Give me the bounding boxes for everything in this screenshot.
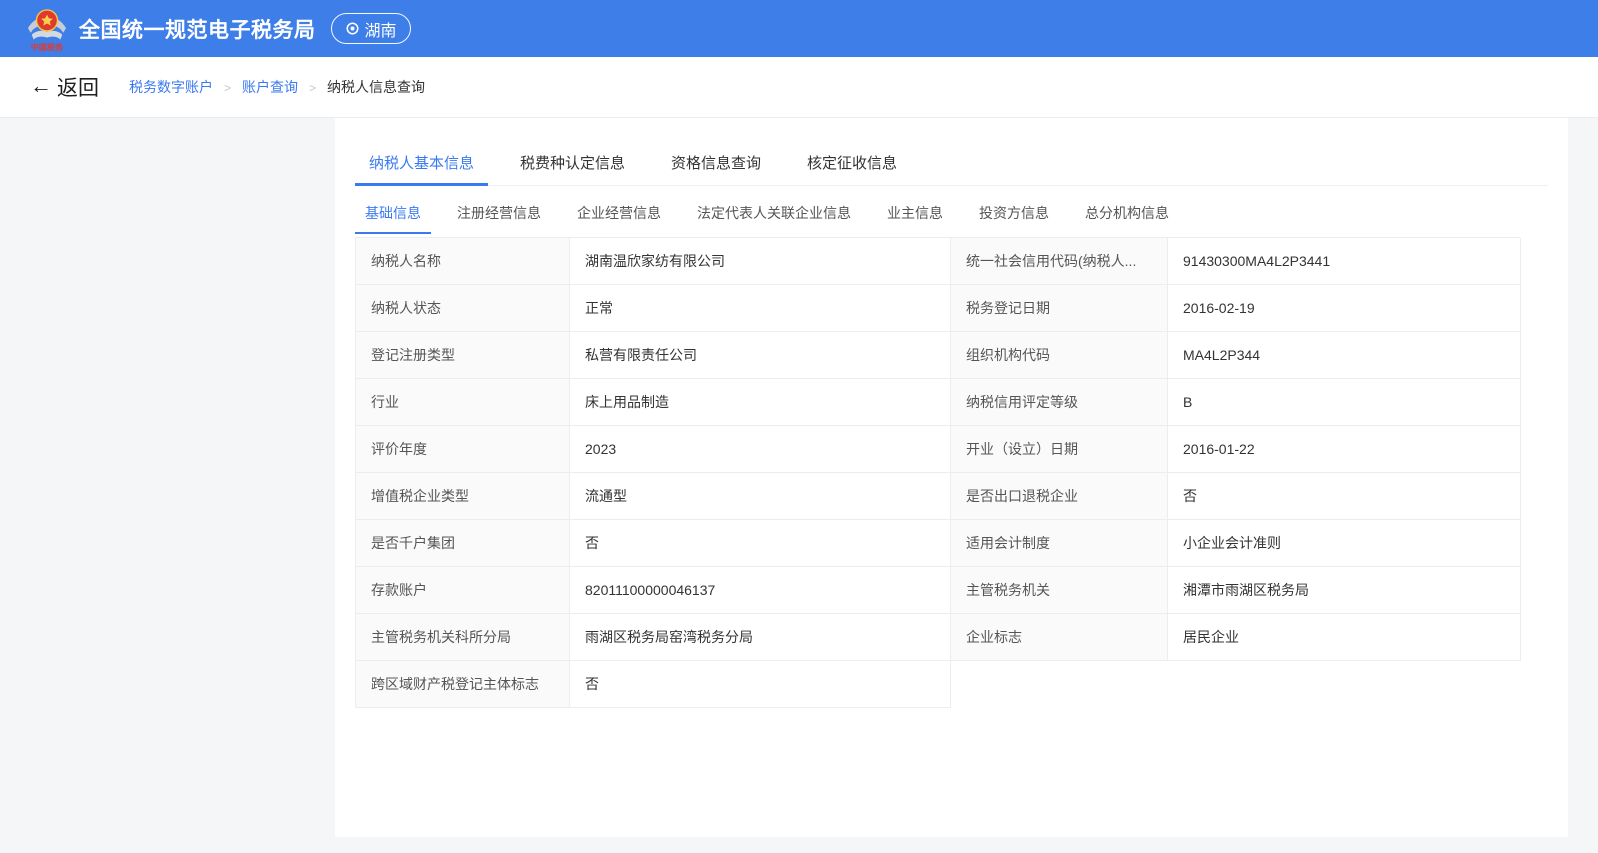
field-value: 床上用品制造 xyxy=(570,379,951,426)
field-value: 2016-01-22 xyxy=(1168,426,1521,473)
empty-cell xyxy=(1168,661,1521,708)
field-label: 主管税务机关科所分局 xyxy=(356,614,570,661)
back-arrow-icon xyxy=(30,75,52,99)
region-badge[interactable]: 湖南 xyxy=(331,13,411,44)
field-label: 是否出口退税企业 xyxy=(951,473,1168,520)
tab-taxpayer-basic-info[interactable]: 纳税人基本信息 xyxy=(355,140,488,185)
region-badge-label: 湖南 xyxy=(365,17,397,41)
field-label: 主管税务机关 xyxy=(951,567,1168,614)
field-value: 91430300MA4L2P3441 xyxy=(1168,238,1521,285)
field-value: B xyxy=(1168,379,1521,426)
breadcrumb-link-digital-account[interactable]: 税务数字账户 xyxy=(129,77,213,97)
field-label: 增值税企业类型 xyxy=(356,473,570,520)
field-label: 存款账户 xyxy=(356,567,570,614)
app-title: 全国统一规范电子税务局 xyxy=(79,14,316,44)
field-label: 跨区域财产税登记主体标志 xyxy=(356,661,570,708)
tax-emblem-icon: 中国税务 xyxy=(26,5,68,53)
breadcrumb-link-account-query[interactable]: 账户查询 xyxy=(242,77,298,97)
field-value: 否 xyxy=(570,520,951,567)
field-label: 税务登记日期 xyxy=(951,285,1168,332)
field-value: 居民企业 xyxy=(1168,614,1521,661)
field-label: 纳税人状态 xyxy=(356,285,570,332)
breadcrumb-bar: 返回 税务数字账户 账户查询 纳税人信息查询 xyxy=(0,57,1598,118)
content-panel: 纳税人基本信息 税费种认定信息 资格信息查询 核定征收信息 基础信息 注册经营信… xyxy=(335,118,1568,837)
field-label: 登记注册类型 xyxy=(356,332,570,379)
back-button-label: 返回 xyxy=(57,72,99,102)
field-label: 统一社会信用代码(纳税人... xyxy=(951,238,1168,285)
main-tabs: 纳税人基本信息 税费种认定信息 资格信息查询 核定征收信息 xyxy=(355,140,1548,186)
field-label: 纳税信用评定等级 xyxy=(951,379,1168,426)
tab-assessed-collection[interactable]: 核定征收信息 xyxy=(793,140,911,185)
field-label: 评价年度 xyxy=(356,426,570,473)
breadcrumb-current-page: 纳税人信息查询 xyxy=(327,77,425,97)
tab-tax-fee-determination[interactable]: 税费种认定信息 xyxy=(506,140,639,185)
tab-qualification-info[interactable]: 资格信息查询 xyxy=(657,140,775,185)
field-value: 否 xyxy=(1168,473,1521,520)
subtab-registration-business[interactable]: 注册经营信息 xyxy=(447,191,551,235)
back-button[interactable]: 返回 xyxy=(30,72,99,102)
field-value: 2023 xyxy=(570,426,951,473)
field-value: 流通型 xyxy=(570,473,951,520)
subtab-investor-info[interactable]: 投资方信息 xyxy=(969,191,1059,235)
field-label: 是否千户集团 xyxy=(356,520,570,567)
location-pin-icon xyxy=(345,21,360,36)
field-value: 小企业会计准则 xyxy=(1168,520,1521,567)
svg-text:中国税务: 中国税务 xyxy=(31,42,64,52)
breadcrumb: 税务数字账户 账户查询 纳税人信息查询 xyxy=(129,77,425,97)
field-label: 开业（设立）日期 xyxy=(951,426,1168,473)
field-value: MA4L2P344 xyxy=(1168,332,1521,379)
field-value: 雨湖区税务局窑湾税务分局 xyxy=(570,614,951,661)
subtab-basic-info[interactable]: 基础信息 xyxy=(355,191,431,235)
subtab-enterprise-business[interactable]: 企业经营信息 xyxy=(567,191,671,235)
empty-cell xyxy=(951,661,1168,708)
field-value: 湖南温欣家纺有限公司 xyxy=(570,238,951,285)
taxpayer-info-table: 纳税人名称 湖南温欣家纺有限公司 统一社会信用代码(纳税人... 9143030… xyxy=(355,237,1520,708)
subtab-head-branch-info[interactable]: 总分机构信息 xyxy=(1075,191,1179,235)
field-value: 湘潭市雨湖区税务局 xyxy=(1168,567,1521,614)
field-label: 组织机构代码 xyxy=(951,332,1168,379)
field-value: 2016-02-19 xyxy=(1168,285,1521,332)
field-label: 适用会计制度 xyxy=(951,520,1168,567)
field-value: 私营有限责任公司 xyxy=(570,332,951,379)
subtab-legal-rep-related[interactable]: 法定代表人关联企业信息 xyxy=(687,191,861,235)
field-label: 纳税人名称 xyxy=(356,238,570,285)
field-label: 企业标志 xyxy=(951,614,1168,661)
app-header: 中国税务 全国统一规范电子税务局 湖南 xyxy=(0,0,1598,57)
breadcrumb-separator-icon xyxy=(224,79,231,95)
breadcrumb-separator-icon xyxy=(309,79,316,95)
subtab-owner-info[interactable]: 业主信息 xyxy=(877,191,953,235)
field-label: 行业 xyxy=(356,379,570,426)
sub-tabs: 基础信息 注册经营信息 企业经营信息 法定代表人关联企业信息 业主信息 投资方信… xyxy=(355,191,1568,235)
field-value: 82011100000046137 xyxy=(570,567,951,614)
field-value: 正常 xyxy=(570,285,951,332)
field-value: 否 xyxy=(570,661,951,708)
